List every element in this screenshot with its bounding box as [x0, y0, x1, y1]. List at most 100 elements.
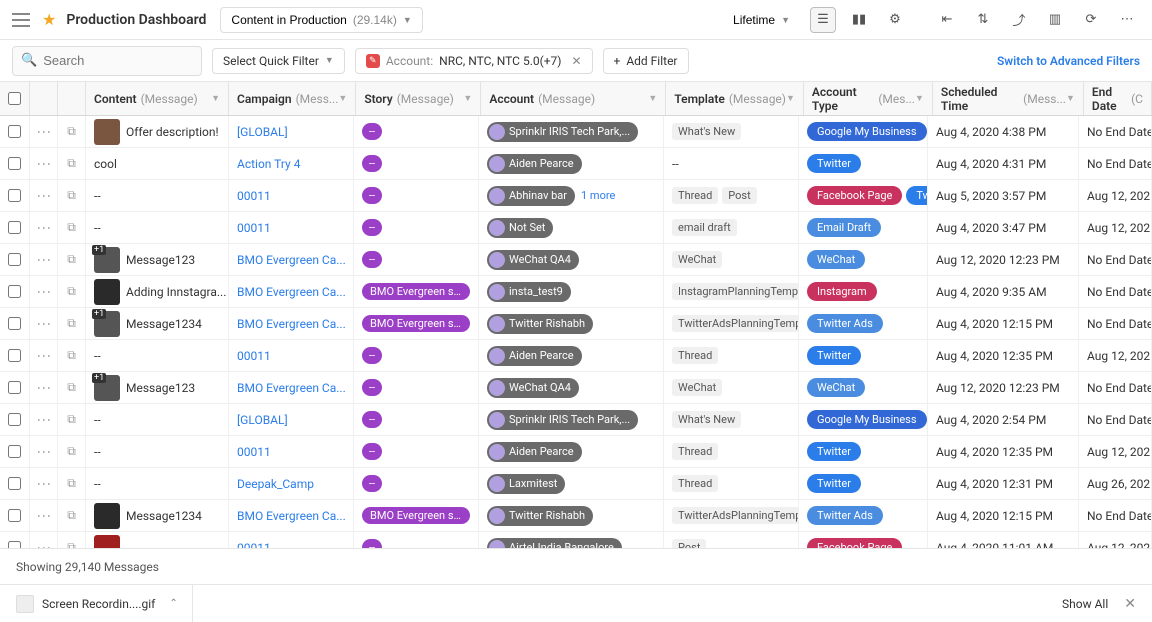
account-pill[interactable]: WeChat QA4: [487, 378, 579, 398]
account-pill[interactable]: Aiden Pearce: [487, 442, 582, 462]
table-row[interactable]: ⋮⧉coolAction Try 4--Aiden Pearce--Twitte…: [0, 148, 1152, 180]
list-view-icon[interactable]: ☰: [810, 7, 836, 33]
campaign-link[interactable]: BMO Evergreen Ca...: [237, 381, 346, 395]
lifetime-dropdown[interactable]: Lifetime ▼: [723, 8, 800, 32]
copy-icon[interactable]: ⧉: [67, 380, 76, 395]
campaign-link[interactable]: 00011: [237, 541, 271, 549]
table-row[interactable]: ⋮⧉--00011--Aiden PearceThreadTwitterAug …: [0, 340, 1152, 372]
copy-icon[interactable]: ⧉: [67, 220, 76, 235]
story-pill[interactable]: --: [362, 219, 382, 236]
template-column-header[interactable]: Template(Message)▼: [666, 82, 804, 115]
table-row[interactable]: ⋮⧉+1Message123BMO Evergreen Ca...--WeCha…: [0, 244, 1152, 276]
row-actions-icon[interactable]: ⋮: [36, 413, 52, 426]
table-row[interactable]: ⋮⧉Message1234BMO Evergreen Ca...BMO Ever…: [0, 500, 1152, 532]
account-pill[interactable]: Twitter Rishabh: [487, 314, 593, 334]
refresh-icon[interactable]: ⟳: [1078, 7, 1104, 33]
account-more-link[interactable]: 1 more: [581, 189, 615, 202]
column-view-icon[interactable]: ▮▮: [846, 7, 872, 33]
row-actions-icon[interactable]: ⋮: [36, 253, 52, 266]
content-scope-dropdown[interactable]: Content in Production (29.14k) ▼: [220, 7, 422, 33]
table-row[interactable]: ⋮⧉--00011--Not Setemail draftEmail Draft…: [0, 212, 1152, 244]
export-icon[interactable]: ⤴: [1006, 7, 1032, 33]
account-pill[interactable]: Laxmitest: [487, 474, 565, 494]
account-pill[interactable]: WeChat QA4: [487, 250, 579, 270]
quick-filter-dropdown[interactable]: Select Quick Filter ▼: [212, 48, 345, 74]
story-pill[interactable]: BMO Evergreen sub...: [362, 315, 470, 332]
campaign-column-header[interactable]: Campaign(Mess...▼: [229, 82, 356, 115]
table-row[interactable]: ⋮⧉--00011--Aiden PearceThreadTwitterAug …: [0, 436, 1152, 468]
story-pill[interactable]: --: [362, 475, 382, 492]
table-row[interactable]: ⋮⧉--[GLOBAL]--Sprinklr IRIS Tech Park,..…: [0, 404, 1152, 436]
indent-icon[interactable]: ⇤: [934, 7, 960, 33]
copy-icon[interactable]: ⧉: [67, 412, 76, 427]
close-download-bar-icon[interactable]: ✕: [1124, 596, 1136, 612]
story-column-header[interactable]: Story(Message)▼: [356, 82, 481, 115]
account-pill[interactable]: Sprinklr IRIS Tech Park,...: [487, 122, 638, 142]
campaign-link[interactable]: Deepak_Camp: [237, 477, 314, 491]
campaign-link[interactable]: BMO Evergreen Ca...: [237, 253, 346, 267]
chevron-down-icon[interactable]: ▼: [338, 93, 347, 104]
row-actions-icon[interactable]: ⋮: [36, 381, 52, 394]
row-checkbox[interactable]: [8, 157, 21, 170]
campaign-link[interactable]: 00011: [237, 221, 271, 235]
chevron-down-icon[interactable]: ▼: [915, 93, 924, 104]
table-row[interactable]: ⋮⧉Offer description![GLOBAL]--Sprinklr I…: [0, 116, 1152, 148]
table-row[interactable]: ⋮⧉+1Message1234BMO Evergreen Ca...BMO Ev…: [0, 308, 1152, 340]
row-actions-icon[interactable]: ⋮: [36, 221, 52, 234]
row-checkbox[interactable]: [8, 541, 21, 548]
copy-icon[interactable]: ⧉: [67, 252, 76, 267]
account-filter-pill[interactable]: ✎ Account: NRC, NTC, NTC 5.0(+7) ✕: [355, 48, 593, 74]
row-checkbox[interactable]: [8, 253, 21, 266]
advanced-filters-link[interactable]: Switch to Advanced Filters: [997, 54, 1140, 68]
account-pill[interactable]: Abhinav bar: [487, 186, 575, 206]
copy-icon[interactable]: ⧉: [67, 476, 76, 491]
account-pill[interactable]: Not Set: [487, 218, 553, 238]
row-checkbox[interactable]: [8, 317, 21, 330]
add-filter-button[interactable]: + Add Filter: [603, 48, 689, 74]
campaign-link[interactable]: BMO Evergreen Ca...: [237, 285, 346, 299]
select-all-header[interactable]: [0, 82, 30, 115]
copy-icon[interactable]: ⧉: [67, 444, 76, 459]
scheduled-time-column-header[interactable]: Scheduled Time(Mess...▼: [933, 82, 1084, 115]
search-input[interactable]: [43, 53, 193, 68]
copy-icon[interactable]: ⧉: [67, 540, 76, 548]
menu-icon[interactable]: [12, 13, 30, 27]
chevron-down-icon[interactable]: ▼: [648, 93, 657, 104]
table-row[interactable]: ⋮⧉--00011--Airtel India BangalorePostFac…: [0, 532, 1152, 548]
row-actions-icon[interactable]: ⋮: [36, 157, 52, 170]
copy-icon[interactable]: ⧉: [67, 348, 76, 363]
chevron-down-icon[interactable]: ▼: [211, 93, 220, 104]
chevron-up-icon[interactable]: ⌃: [169, 598, 177, 609]
chevron-down-icon[interactable]: ▼: [463, 93, 472, 104]
campaign-link[interactable]: 00011: [237, 445, 271, 459]
row-checkbox[interactable]: [8, 509, 21, 522]
row-actions-icon[interactable]: ⋮: [36, 541, 52, 548]
row-checkbox[interactable]: [8, 125, 21, 138]
table-row[interactable]: ⋮⧉Adding Innstagra...BMO Evergreen Ca...…: [0, 276, 1152, 308]
row-actions-icon[interactable]: ⋮: [36, 445, 52, 458]
row-checkbox[interactable]: [8, 285, 21, 298]
copy-icon[interactable]: ⧉: [67, 188, 76, 203]
copy-icon[interactable]: ⧉: [67, 156, 76, 171]
table-row[interactable]: ⋮⧉--Deepak_Camp--LaxmitestThreadTwitterA…: [0, 468, 1152, 500]
story-pill[interactable]: --: [362, 123, 382, 140]
row-checkbox[interactable]: [8, 413, 21, 426]
account-pill[interactable]: Sprinklr IRIS Tech Park,...: [487, 410, 638, 430]
row-actions-icon[interactable]: ⋮: [36, 285, 52, 298]
chevron-down-icon[interactable]: ▼: [786, 93, 795, 104]
select-all-checkbox[interactable]: [8, 92, 21, 105]
story-pill[interactable]: --: [362, 539, 382, 548]
row-checkbox[interactable]: [8, 445, 21, 458]
campaign-link[interactable]: 00011: [237, 349, 271, 363]
row-actions-icon[interactable]: ⋮: [36, 509, 52, 522]
account-pill[interactable]: Airtel India Bangalore: [487, 538, 622, 549]
search-box[interactable]: 🔍: [12, 46, 202, 76]
settings-sliders-icon[interactable]: ⚙: [882, 7, 908, 33]
row-checkbox[interactable]: [8, 349, 21, 362]
story-pill[interactable]: BMO Evergreen sub...: [362, 283, 470, 300]
show-all-downloads[interactable]: Show All: [1062, 597, 1108, 611]
row-checkbox[interactable]: [8, 189, 21, 202]
campaign-link[interactable]: [GLOBAL]: [237, 413, 288, 427]
star-icon[interactable]: ★: [42, 10, 56, 29]
row-checkbox[interactable]: [8, 221, 21, 234]
